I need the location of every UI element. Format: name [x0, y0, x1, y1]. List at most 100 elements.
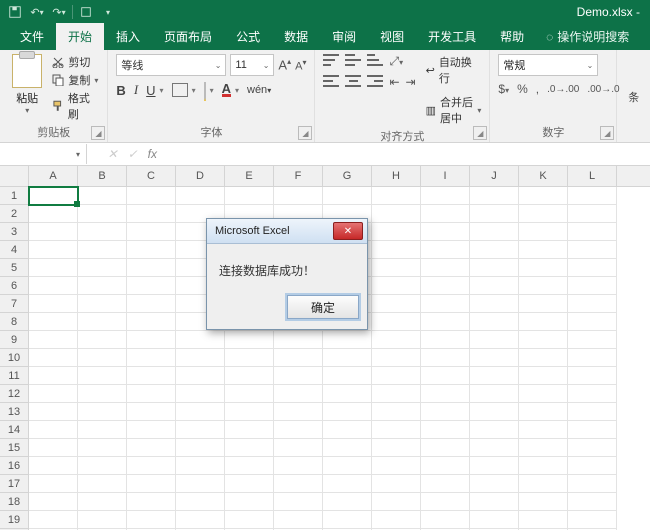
- fx-icon[interactable]: fx: [148, 147, 157, 161]
- cell[interactable]: [519, 511, 568, 529]
- column-header[interactable]: I: [421, 166, 470, 186]
- tab-file[interactable]: 文件: [8, 23, 56, 50]
- cell[interactable]: [225, 187, 274, 205]
- cell[interactable]: [127, 385, 176, 403]
- cell[interactable]: [568, 187, 617, 205]
- row-header[interactable]: 11: [0, 367, 29, 385]
- cell[interactable]: [78, 493, 127, 511]
- tab-page-layout[interactable]: 页面布局: [152, 23, 224, 50]
- cut-button[interactable]: 剪切: [52, 54, 99, 70]
- cell[interactable]: [372, 439, 421, 457]
- cell[interactable]: [78, 457, 127, 475]
- align-center-icon[interactable]: [345, 75, 361, 87]
- cell[interactable]: [323, 349, 372, 367]
- cell[interactable]: [421, 367, 470, 385]
- column-header[interactable]: J: [470, 166, 519, 186]
- cell[interactable]: [568, 313, 617, 331]
- column-header[interactable]: E: [225, 166, 274, 186]
- cell[interactable]: [274, 331, 323, 349]
- cell[interactable]: [176, 439, 225, 457]
- cell[interactable]: [225, 457, 274, 475]
- cell[interactable]: [127, 295, 176, 313]
- cell[interactable]: [29, 259, 78, 277]
- cell[interactable]: [421, 331, 470, 349]
- column-header[interactable]: K: [519, 166, 568, 186]
- quick-access-more-icon[interactable]: [75, 1, 97, 23]
- cell[interactable]: [176, 421, 225, 439]
- cell[interactable]: [127, 259, 176, 277]
- column-header[interactable]: G: [323, 166, 372, 186]
- cell[interactable]: [78, 277, 127, 295]
- cell[interactable]: [421, 403, 470, 421]
- column-header[interactable]: D: [176, 166, 225, 186]
- cell[interactable]: [372, 493, 421, 511]
- cell[interactable]: [519, 259, 568, 277]
- cell[interactable]: [78, 367, 127, 385]
- cell[interactable]: [78, 421, 127, 439]
- cell[interactable]: [78, 295, 127, 313]
- number-dialog-launcher[interactable]: ◢: [600, 126, 614, 140]
- cell[interactable]: [78, 511, 127, 529]
- cell[interactable]: [372, 421, 421, 439]
- cell[interactable]: [568, 331, 617, 349]
- cell[interactable]: [519, 331, 568, 349]
- decrease-decimal-icon[interactable]: .00→.0: [587, 84, 619, 95]
- cell[interactable]: [225, 475, 274, 493]
- column-header[interactable]: A: [29, 166, 78, 186]
- tab-developer[interactable]: 开发工具: [416, 23, 488, 50]
- column-header[interactable]: L: [568, 166, 617, 186]
- comma-format-icon[interactable]: ,: [536, 82, 539, 96]
- column-header[interactable]: H: [372, 166, 421, 186]
- cell[interactable]: [421, 349, 470, 367]
- cell[interactable]: [127, 439, 176, 457]
- cell[interactable]: [127, 475, 176, 493]
- row-header[interactable]: 13: [0, 403, 29, 421]
- cell[interactable]: [29, 493, 78, 511]
- tab-home[interactable]: 开始: [56, 23, 104, 50]
- cell[interactable]: [470, 223, 519, 241]
- cell[interactable]: [421, 277, 470, 295]
- cell[interactable]: [568, 475, 617, 493]
- cell[interactable]: [323, 403, 372, 421]
- cell[interactable]: [127, 241, 176, 259]
- cell[interactable]: [372, 475, 421, 493]
- cell[interactable]: [519, 295, 568, 313]
- save-icon[interactable]: [4, 1, 26, 23]
- cell[interactable]: [519, 205, 568, 223]
- cell[interactable]: [372, 367, 421, 385]
- cell[interactable]: [29, 439, 78, 457]
- cell[interactable]: [470, 259, 519, 277]
- cell[interactable]: [470, 295, 519, 313]
- row-header[interactable]: 1: [0, 187, 29, 205]
- cell[interactable]: [519, 457, 568, 475]
- cell[interactable]: [78, 349, 127, 367]
- align-dialog-launcher[interactable]: ◢: [473, 126, 487, 140]
- cell[interactable]: [421, 205, 470, 223]
- tab-formulas[interactable]: 公式: [224, 23, 272, 50]
- cell[interactable]: [421, 439, 470, 457]
- underline-button[interactable]: U: [146, 83, 155, 98]
- percent-format-icon[interactable]: %: [517, 82, 528, 96]
- cell[interactable]: [274, 457, 323, 475]
- cell[interactable]: [470, 457, 519, 475]
- increase-decimal-icon[interactable]: .0→.00: [547, 84, 579, 95]
- cell[interactable]: [372, 187, 421, 205]
- tab-data[interactable]: 数据: [272, 23, 320, 50]
- cell[interactable]: [372, 295, 421, 313]
- row-header[interactable]: 8: [0, 313, 29, 331]
- dialog-titlebar[interactable]: Microsoft Excel ✕: [207, 219, 367, 244]
- cell[interactable]: [470, 475, 519, 493]
- cell[interactable]: [323, 421, 372, 439]
- cell[interactable]: [421, 475, 470, 493]
- cell[interactable]: [274, 511, 323, 529]
- font-name-combo[interactable]: 等线⌄: [116, 54, 226, 76]
- accounting-format-icon[interactable]: $▾: [498, 82, 509, 96]
- align-top-icon[interactable]: [323, 54, 339, 66]
- clipboard-dialog-launcher[interactable]: ◢: [91, 126, 105, 140]
- cell[interactable]: [372, 403, 421, 421]
- cell[interactable]: [568, 223, 617, 241]
- cell[interactable]: [519, 223, 568, 241]
- cell[interactable]: [78, 259, 127, 277]
- bold-button[interactable]: B: [116, 83, 125, 98]
- cell[interactable]: [470, 241, 519, 259]
